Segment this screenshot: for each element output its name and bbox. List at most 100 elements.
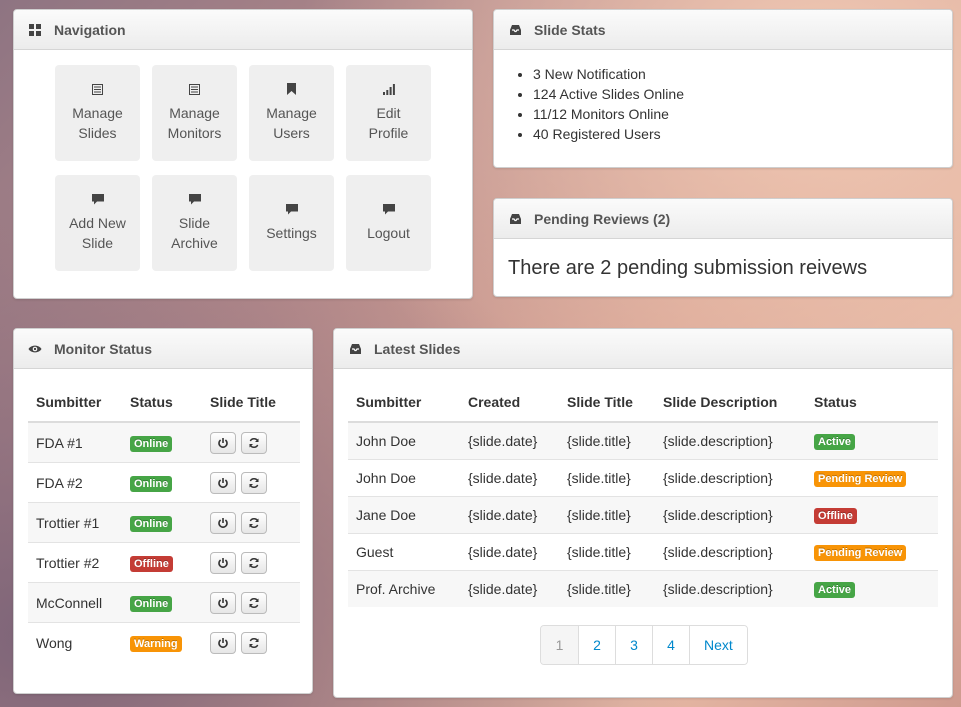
nav-tile-settings[interactable]: Settings (249, 175, 334, 271)
power-button[interactable] (210, 591, 236, 614)
comment-icon (188, 193, 201, 205)
monitor-name: Trottier #2 (28, 542, 122, 583)
monitor-status-cell: Online (122, 502, 202, 543)
power-icon (217, 637, 229, 649)
slide-title: {slide.title} (559, 421, 655, 460)
slide-description: {slide.description} (655, 533, 806, 571)
pending-reviews-title: Pending Reviews (2) (534, 210, 671, 227)
next-page-link[interactable]: Next (689, 626, 747, 664)
column-header-slide-description: Slide Description (655, 383, 806, 423)
refresh-button[interactable] (241, 591, 267, 614)
stats-item: 40 Registered Users (533, 124, 684, 144)
power-icon (217, 597, 229, 609)
navigation-header: Navigation (14, 10, 472, 50)
status-badge: Pending Review (814, 545, 907, 561)
nav-tile-add-new-slide[interactable]: Add New Slide (55, 175, 140, 271)
table-row: Prof. Archive {slide.date} {slide.title} {s… (348, 570, 938, 607)
status-badge: Active (814, 434, 856, 450)
monitor-status-table: Sumbitter Status Slide Title FDA #1 Onlin… (28, 383, 300, 662)
table-row: Wong Warning (28, 622, 300, 662)
table-row: John Doe {slide.date} {slide.title} {slide.… (348, 459, 938, 497)
slide-created: {slide.date} (460, 459, 559, 497)
slide-created: {slide.date} (460, 496, 559, 534)
monitor-name: Wong (28, 622, 122, 662)
status-badge: Offline (130, 555, 173, 572)
slide-stats-title: Slide Stats (534, 21, 606, 38)
page-link-4[interactable]: 4 (652, 626, 689, 664)
power-icon (217, 517, 229, 529)
slide-status-cell: Pending Review (806, 459, 938, 497)
power-button[interactable] (210, 631, 236, 654)
slide-description: {slide.description} (655, 421, 806, 460)
latest-slides-panel: Latest Slides Sumbitter Created Slide Ti… (333, 328, 953, 698)
power-icon (217, 437, 229, 449)
refresh-icon (248, 517, 260, 529)
slide-stats-panel: Slide Stats 3 New Notification 124 Activ… (493, 9, 953, 168)
table-row: FDA #1 Online (28, 421, 300, 463)
monitor-status-cell: Warning (122, 622, 202, 662)
table-row: FDA #2 Online (28, 462, 300, 503)
table-header-row: Sumbitter Created Slide Title Slide Desc… (348, 383, 938, 423)
monitor-name: FDA #1 (28, 421, 122, 463)
nav-tile-slide-archive[interactable]: Slide Archive (152, 175, 237, 271)
page-link-3[interactable]: 3 (615, 626, 652, 664)
nav-tile-label: Edit Profile (368, 105, 409, 141)
comment-icon (285, 203, 298, 215)
slide-submitter: Guest (348, 533, 460, 571)
slide-created: {slide.date} (460, 533, 559, 571)
stats-list: 3 New Notification 124 Active Slides Onl… (494, 64, 684, 144)
refresh-button[interactable] (241, 471, 267, 494)
table-header-row: Sumbitter Status Slide Title (28, 383, 300, 423)
slide-description: {slide.description} (655, 459, 806, 497)
nav-tile-logout[interactable]: Logout (346, 175, 431, 271)
nav-tile-manage-slides[interactable]: Manage Slides (55, 65, 140, 161)
slide-status-cell: Active (806, 421, 938, 460)
slide-description: {slide.description} (655, 496, 806, 534)
monitor-actions (202, 421, 300, 463)
monitor-actions (202, 462, 300, 503)
monitor-status-cell: Online (122, 421, 202, 463)
table-row: Trottier #1 Online (28, 502, 300, 543)
table-row: Jane Doe {slide.date} {slide.title} {slide.… (348, 496, 938, 534)
eye-icon (28, 342, 42, 356)
comment-icon (382, 203, 395, 215)
page-link-2[interactable]: 2 (578, 626, 615, 664)
status-badge: Pending Review (814, 471, 907, 487)
stats-item: 3 New Notification (533, 64, 684, 84)
power-button[interactable] (210, 511, 236, 534)
monitor-name: Trottier #1 (28, 502, 122, 543)
refresh-icon (248, 437, 260, 449)
list-icon (189, 83, 201, 95)
refresh-button[interactable] (241, 631, 267, 654)
nav-tile-manage-monitors[interactable]: Manage Monitors (152, 65, 237, 161)
status-badge: Offline (814, 508, 857, 524)
stats-item: 124 Active Slides Online (533, 84, 684, 104)
monitor-status-title: Monitor Status (54, 340, 152, 357)
refresh-button[interactable] (241, 551, 267, 574)
refresh-button[interactable] (241, 431, 267, 454)
monitor-actions (202, 582, 300, 623)
status-badge: Active (814, 582, 856, 598)
navigation-grid: Manage Slides Manage Monitors Manage Users… (55, 65, 435, 295)
table-row: John Doe {slide.date} {slide.title} {slide.… (348, 421, 938, 460)
status-badge: Online (130, 515, 173, 532)
page-link-1[interactable]: 1 (541, 626, 578, 664)
nav-tile-edit-profile[interactable]: Edit Profile (346, 65, 431, 161)
slide-title: {slide.title} (559, 533, 655, 571)
monitor-name: McConnell (28, 582, 122, 623)
table-row: McConnell Online (28, 582, 300, 623)
monitor-status-header: Monitor Status (14, 329, 312, 369)
navigation-title: Navigation (54, 21, 126, 38)
nav-tile-label: Manage Slides (72, 105, 123, 141)
nav-tile-manage-users[interactable]: Manage Users (249, 65, 334, 161)
slide-title: {slide.title} (559, 496, 655, 534)
status-badge: Online (130, 595, 173, 612)
power-button[interactable] (210, 471, 236, 494)
power-button[interactable] (210, 551, 236, 574)
refresh-button[interactable] (241, 511, 267, 534)
status-badge: Warning (130, 635, 182, 652)
stats-item: 11/12 Monitors Online (533, 104, 684, 124)
table-row: Guest {slide.date} {slide.title} {slide.des… (348, 533, 938, 571)
power-button[interactable] (210, 431, 236, 454)
table-row: Trottier #2 Offline (28, 542, 300, 583)
